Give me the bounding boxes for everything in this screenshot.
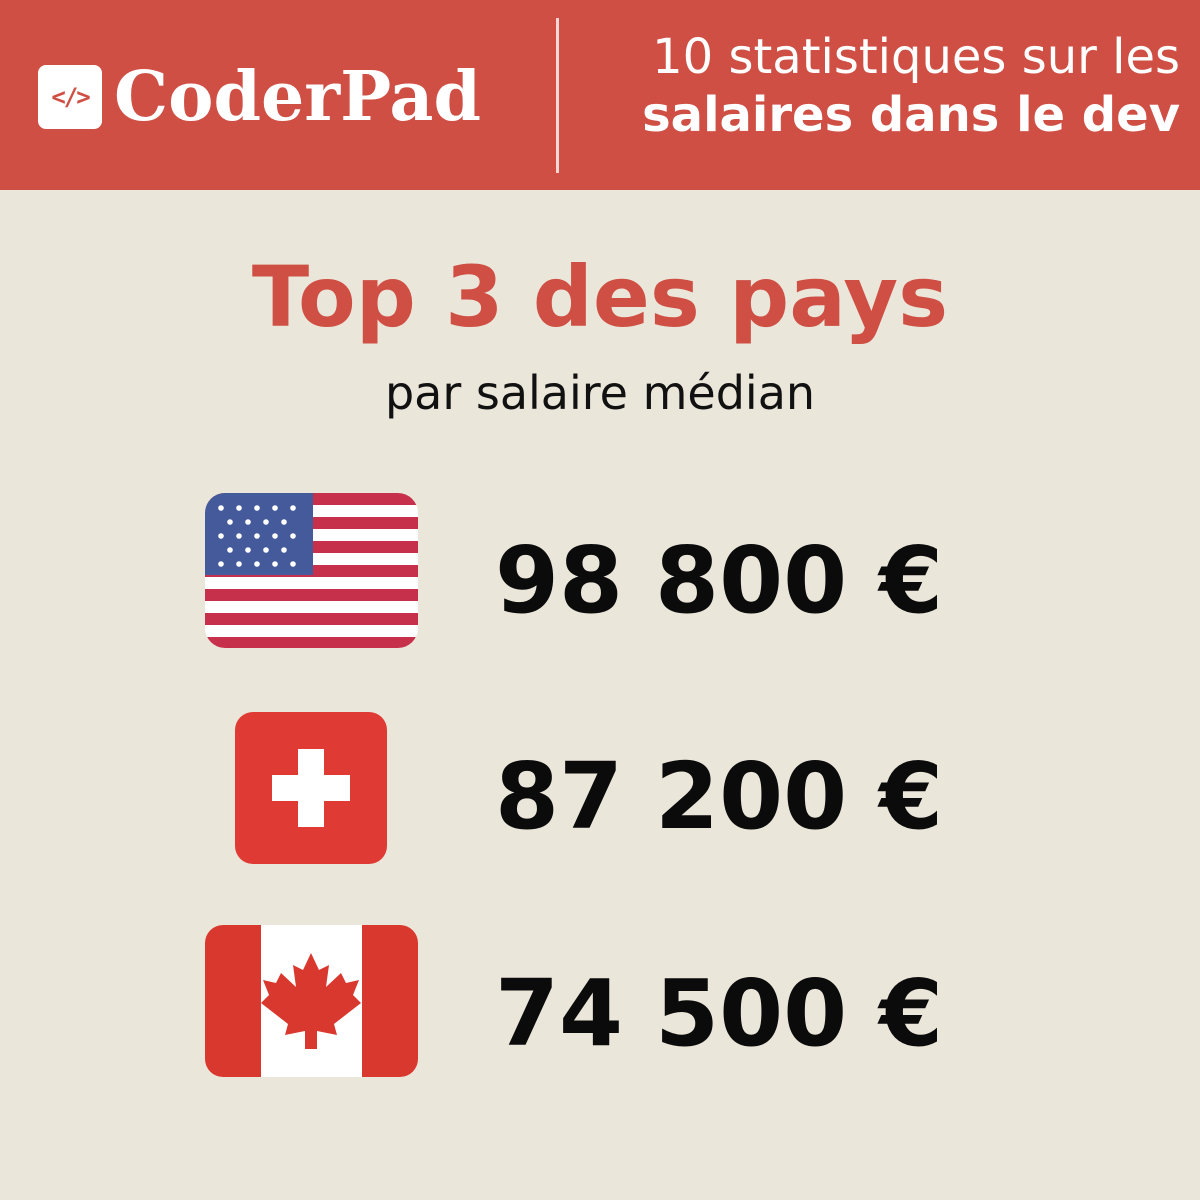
page-title: Top 3 des pays (251, 248, 949, 346)
country-row-switzerland: 87 200 € (0, 712, 1200, 872)
country-row-usa: 98 800 € (0, 493, 1200, 653)
swiss-flag-icon (235, 712, 387, 864)
header-divider (556, 18, 559, 173)
salary-value-canada: 74 500 € (495, 960, 944, 1067)
header-title-line2: salaires dans le dev (642, 87, 1180, 143)
us-flag-icon (205, 493, 418, 648)
canada-flag-icon (205, 925, 418, 1077)
brand-name: CoderPad (114, 57, 482, 137)
page-subtitle: par salaire médian (384, 366, 816, 420)
header-title: 10 statistiques sur les salaires dans le… (580, 33, 1180, 139)
salary-value-switzerland: 87 200 € (495, 743, 944, 850)
code-brackets-icon: </> (38, 65, 102, 129)
salary-value-usa: 98 800 € (495, 527, 944, 634)
country-row-canada: 74 500 € (0, 925, 1200, 1085)
logo-mark-text: </> (51, 83, 90, 111)
coderpad-logo: </> CoderPad (38, 63, 481, 131)
header: </> CoderPad 10 statistiques sur les sal… (0, 0, 1200, 190)
header-title-line1: 10 statistiques sur les (652, 29, 1180, 85)
